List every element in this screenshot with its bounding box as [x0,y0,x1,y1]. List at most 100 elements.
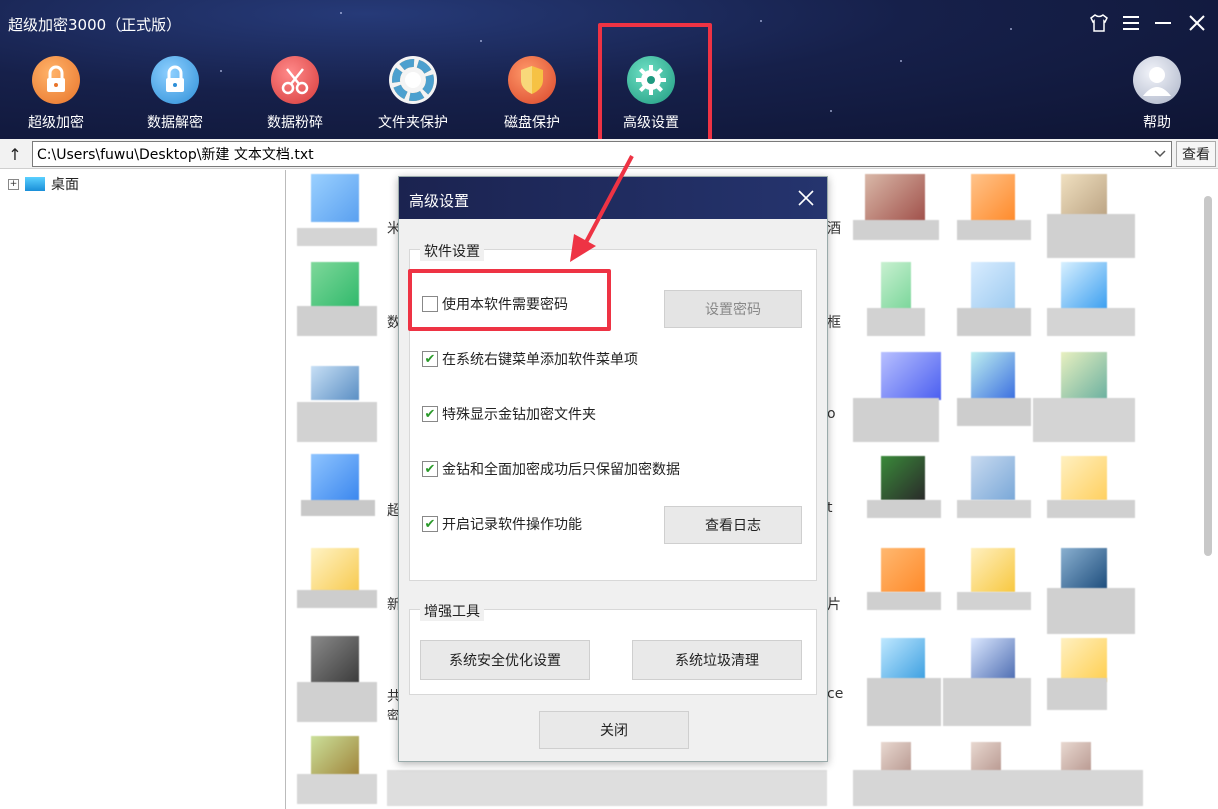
file-name-blur [853,220,939,240]
file-item[interactable] [971,456,1015,500]
file-label-fragment: ce [827,686,844,702]
set-password-button[interactable]: 设置密码 [664,290,802,328]
toolbar-label: 帮助 [1143,115,1171,131]
file-name-blur [1047,588,1135,634]
file-name-blur [297,402,377,442]
lock-icon [32,56,80,104]
junk-cleanup-button[interactable]: 系统垃圾清理 [632,640,802,680]
option-label: 在系统右键菜单添加软件菜单项 [442,352,638,368]
checkbox[interactable]: ✔ [422,406,438,422]
file-name-blur [957,398,1031,426]
file-name-blur [301,500,375,516]
file-item[interactable] [311,262,359,310]
scissors-icon [271,56,319,104]
highlight-box [408,269,611,331]
file-name-blur [1047,678,1107,710]
group-title: 软件设置 [420,241,484,261]
file-name-blur [297,590,377,608]
toolbar-disk-protect-button[interactable]: 磁盘保护 [477,52,587,134]
toolbar-label: 数据解密 [147,115,203,131]
file-item[interactable] [971,352,1015,400]
file-name-blur [297,774,377,804]
file-label-fragment: 框 [827,315,841,331]
unlock-icon [151,56,199,104]
shirt-icon[interactable] [1086,10,1112,36]
file-name-blur [867,678,941,726]
folder-tree: + 桌面 [0,170,286,809]
file-name-blur [853,398,939,442]
file-item[interactable] [971,548,1015,592]
highlight-box [598,23,712,149]
file-item[interactable] [1061,638,1107,682]
file-label-fragment: o [827,406,836,422]
file-name-blur [867,308,925,336]
file-item[interactable] [881,456,925,500]
toolbar-decrypt-button[interactable]: 数据解密 [120,52,230,134]
close-button[interactable]: 关闭 [539,711,689,749]
shield-icon [508,56,556,104]
view-button[interactable]: 查看 [1176,141,1216,167]
up-arrow-icon[interactable]: ↑ [2,141,28,167]
menu-icon[interactable] [1118,10,1144,36]
file-item[interactable] [1061,548,1107,592]
toolbar-shred-button[interactable]: 数据粉碎 [240,52,350,134]
view-log-button[interactable]: 查看日志 [664,506,802,544]
group-title: 增强工具 [420,601,484,621]
file-item[interactable] [971,174,1015,222]
file-item[interactable] [865,174,925,222]
file-item[interactable] [1061,352,1107,400]
toolbar-help-button[interactable]: 帮助 [1102,52,1212,134]
folder-protect-icon [389,56,437,104]
toolbar-encrypt-button[interactable]: 超级加密 [1,52,111,134]
file-item[interactable] [971,638,1015,682]
file-item[interactable] [1061,456,1107,500]
file-name-blur [957,500,1031,518]
file-item[interactable] [971,262,1015,310]
file-name-blur [853,770,1143,806]
scrollbar[interactable] [1204,196,1212,556]
tree-item-label: 桌面 [51,177,79,193]
file-item[interactable] [881,352,941,400]
security-optimize-button[interactable]: 系统安全优化设置 [420,640,590,680]
file-item[interactable] [1061,262,1107,310]
help-user-icon [1133,56,1181,104]
file-label-fragment: 片 [827,597,841,613]
chevron-down-icon[interactable] [1150,143,1170,165]
option-label: 金钻和全面加密成功后只保留加密数据 [442,462,680,478]
toolbar-label: 磁盘保护 [504,115,560,131]
file-item[interactable] [311,454,359,502]
annotation-arrow-icon [570,155,634,262]
minimize-icon[interactable] [1150,10,1176,36]
file-name-blur [387,770,827,806]
checkbox[interactable]: ✔ [422,351,438,367]
expand-icon[interactable]: + [8,178,19,190]
file-name-blur [1033,398,1135,442]
toolbar-label: 超级加密 [28,115,84,131]
option-special-display[interactable]: ✔ 特殊显示金钻加密文件夹 [422,404,596,424]
option-operation-log[interactable]: ✔ 开启记录软件操作功能 [422,514,582,534]
file-item[interactable] [881,262,911,310]
file-item[interactable] [881,638,925,682]
file-item[interactable] [311,548,359,596]
file-name-blur [957,308,1031,336]
option-keep-encrypted-only[interactable]: ✔ 金钻和全面加密成功后只保留加密数据 [422,459,680,479]
file-item[interactable] [311,174,359,222]
file-label-fragment: 酒 [827,221,841,237]
file-name-blur [943,678,1031,726]
option-context-menu[interactable]: ✔ 在系统右键菜单添加软件菜单项 [422,349,638,369]
file-item[interactable] [311,636,359,684]
close-icon[interactable] [1184,10,1210,36]
file-item[interactable] [311,366,359,400]
file-name-blur [1047,308,1135,336]
tree-item-desktop[interactable]: + 桌面 [8,174,79,194]
file-item[interactable] [311,736,359,776]
checkbox[interactable]: ✔ [422,516,438,532]
file-name-blur [297,682,377,722]
toolbar-label: 文件夹保护 [378,115,448,131]
file-name-blur [297,306,377,336]
file-item[interactable] [881,548,925,592]
close-icon[interactable] [795,187,817,209]
desktop-folder-icon [25,177,45,191]
checkbox[interactable]: ✔ [422,461,438,477]
toolbar-folder-protect-button[interactable]: 文件夹保护 [358,52,468,134]
